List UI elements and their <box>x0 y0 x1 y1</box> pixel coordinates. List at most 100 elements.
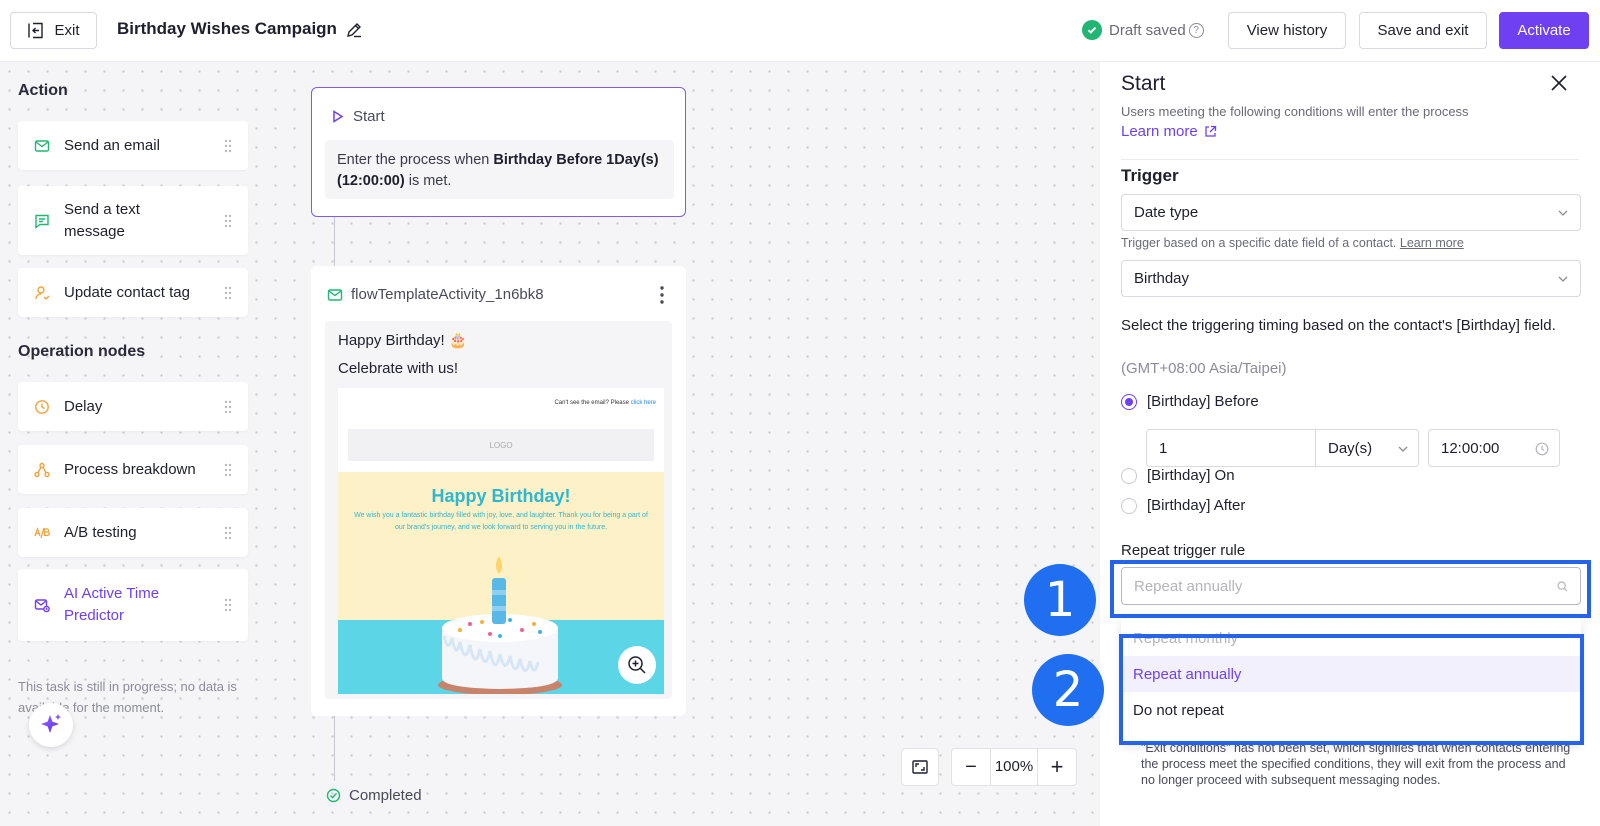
completed-node: Completed <box>326 787 422 804</box>
zoom-control: − 100% + <box>951 748 1077 786</box>
thumb-heading: Happy Birthday! <box>431 486 571 506</box>
chevron-down-icon <box>1558 210 1568 216</box>
trigger-type-select[interactable]: Date type <box>1121 194 1581 231</box>
email-content: Happy Birthday! 🎂 Celebrate with us! Can… <box>325 321 672 699</box>
drag-handle-icon[interactable] <box>224 214 232 228</box>
trigger-hint-text: Trigger based on a specific date field o… <box>1121 236 1397 250</box>
email-node[interactable]: flowTemplateActivity_1n6bk8 Happy Birthd… <box>311 266 686 716</box>
view-history-button[interactable]: View history <box>1228 12 1346 49</box>
email-preview-text: Celebrate with us! <box>338 360 459 377</box>
palette-item-label: AI Active Time Predictor <box>64 585 160 624</box>
drag-handle-icon[interactable] <box>224 286 232 300</box>
draft-status-label: Draft saved <box>1109 21 1186 39</box>
offset-time-input[interactable]: 12:00:00 <box>1428 429 1560 467</box>
plus-icon: + <box>1050 754 1064 779</box>
zoom-level: 100% <box>990 749 1038 785</box>
trigger-hint-link[interactable]: Learn more <box>1400 236 1464 250</box>
draft-status: Draft saved ? <box>1082 20 1204 40</box>
start-node-condition: Enter the process when Birthday Before 1… <box>325 140 674 199</box>
highlight-box-1 <box>1110 560 1591 618</box>
minus-icon: − <box>965 755 977 778</box>
zoom-in-icon <box>628 656 646 674</box>
annotation-badge-2: 2 <box>1032 654 1104 726</box>
flow-canvas[interactable]: Action Send an email Send a text message… <box>0 62 1100 826</box>
offset-row: 1 Day(s) 12:00:00 <box>1146 429 1560 467</box>
drag-handle-icon[interactable] <box>224 139 232 153</box>
thumb-text: We wish you a fantastic birthday filled … <box>354 512 648 531</box>
palette-item-label: Send an email <box>64 136 160 154</box>
radio-birthday-after[interactable]: [Birthday] After <box>1121 497 1245 514</box>
message-icon <box>35 214 49 229</box>
exit-icon <box>28 22 44 39</box>
trigger-type-value: Date type <box>1134 204 1199 221</box>
save-and-exit-button[interactable]: Save and exit <box>1359 12 1487 49</box>
date-field-select[interactable]: Birthday <box>1121 260 1581 297</box>
play-icon <box>333 110 344 123</box>
offset-unit-select[interactable]: Day(s) <box>1316 429 1419 467</box>
radio-birthday-before[interactable]: [Birthday] Before <box>1121 393 1259 410</box>
palette-item-process-breakdown[interactable]: Process breakdown <box>18 445 248 494</box>
palette-item-label: Delay <box>64 397 103 415</box>
highlight-box-2 <box>1119 634 1584 745</box>
palette-item-delay[interactable]: Delay <box>18 382 248 431</box>
clock-icon <box>35 399 49 414</box>
fit-view-button[interactable] <box>901 748 939 786</box>
repeat-rule-label: Repeat trigger rule <box>1121 542 1246 559</box>
start-node-header: Start <box>332 108 385 125</box>
zoom-in-button[interactable]: + <box>1038 749 1076 785</box>
ab-test-icon <box>34 526 50 538</box>
learn-more-label: Learn more <box>1121 123 1198 140</box>
offset-time-value: 12:00:00 <box>1441 439 1500 457</box>
help-icon[interactable]: ? <box>1188 22 1204 38</box>
preview-zoom-button[interactable] <box>618 646 656 684</box>
close-icon[interactable] <box>1550 74 1568 92</box>
start-node-label: Start <box>353 108 385 125</box>
drag-handle-icon[interactable] <box>224 526 232 540</box>
email-subject: Happy Birthday! 🎂 <box>338 332 468 349</box>
palette-item-ai-predictor[interactable]: AI Active Time Predictor <box>18 569 248 641</box>
annotation-badge-1: 1 <box>1024 564 1096 636</box>
top-bar: Exit Birthday Wishes Campaign Draft save… <box>0 0 1600 62</box>
flow-connector <box>334 716 335 781</box>
user-tag-icon <box>35 285 50 300</box>
learn-more-link[interactable]: Learn more <box>1121 123 1217 140</box>
palette-item-label: Process breakdown <box>64 460 196 478</box>
panel-title: Start <box>1121 72 1166 95</box>
ai-assistant-button[interactable] <box>29 703 73 747</box>
drag-handle-icon[interactable] <box>224 598 232 612</box>
drag-handle-icon[interactable] <box>224 463 232 477</box>
action-heading: Action <box>18 82 68 99</box>
clock-icon <box>1535 442 1549 456</box>
activate-button[interactable]: Activate <box>1499 12 1589 49</box>
palette-item-label: Update contact tag <box>64 283 190 301</box>
drag-handle-icon[interactable] <box>224 400 232 414</box>
radio-label: [Birthday] Before <box>1147 393 1259 410</box>
palette-item-ab-testing[interactable]: A/B testing <box>18 508 248 557</box>
exit-button[interactable]: Exit <box>10 12 97 49</box>
email-thumbnail: Can't see the email? Please click here L… <box>338 388 664 694</box>
edit-pencil-icon[interactable] <box>345 21 363 39</box>
completed-label: Completed <box>349 787 422 804</box>
email-node-header: flowTemplateActivity_1n6bk8 <box>327 286 544 303</box>
flow-connector <box>334 217 335 266</box>
chevron-down-icon <box>1398 446 1408 452</box>
palette-item-send-email[interactable]: Send an email <box>18 121 248 170</box>
radio-birthday-on[interactable]: [Birthday] On <box>1121 467 1235 484</box>
fit-screen-icon <box>912 760 928 774</box>
trigger-heading: Trigger <box>1121 166 1179 185</box>
date-field-value: Birthday <box>1134 270 1190 287</box>
start-node[interactable]: Start Enter the process when Birthday Be… <box>311 87 686 217</box>
condition-suffix: is met. <box>404 173 452 189</box>
radio-unselected-icon <box>1121 467 1137 484</box>
palette-item-send-text[interactable]: Send a text message <box>18 186 248 255</box>
chevron-down-icon <box>1558 276 1568 282</box>
offset-number-input[interactable]: 1 <box>1146 429 1316 467</box>
palette-item-update-tag[interactable]: Update contact tag <box>18 268 248 317</box>
zoom-out-button[interactable]: − <box>952 749 990 785</box>
exit-conditions-note: "Exit conditions" has not been set, whic… <box>1141 741 1571 787</box>
mail-icon <box>327 288 343 301</box>
radio-label: [Birthday] On <box>1147 467 1235 484</box>
operation-heading: Operation nodes <box>18 343 146 360</box>
more-vertical-icon[interactable] <box>660 286 664 304</box>
thumb-cant-see: Can't see the email? Please click here <box>554 400 656 406</box>
